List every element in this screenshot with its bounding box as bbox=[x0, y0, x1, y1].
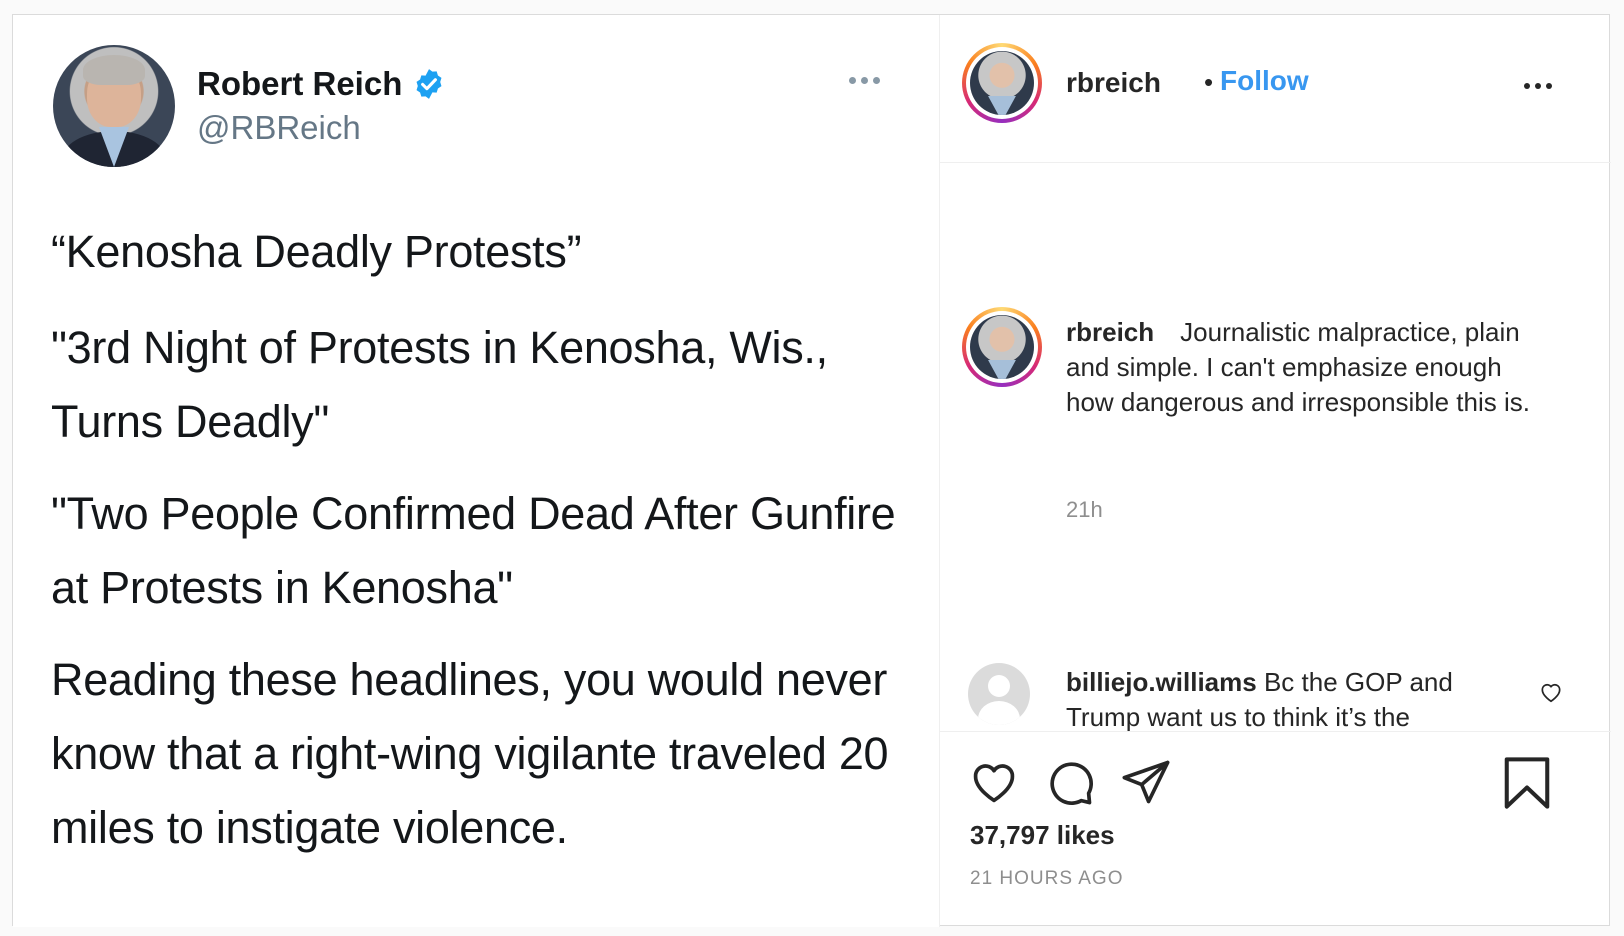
tweet-author-row: Robert Reich bbox=[197, 65, 446, 103]
verified-badge-icon bbox=[416, 69, 442, 99]
tweet-paragraph: "Two People Confirmed Dead After Gunfire… bbox=[51, 488, 896, 613]
likes-count[interactable]: 37,797 likes bbox=[970, 820, 1115, 851]
tweet-body: “Kenosha Deadly Protests” "3rd Night of … bbox=[51, 215, 911, 883]
commenter-avatar[interactable] bbox=[968, 663, 1030, 725]
comment-username[interactable]: billiejo.williams bbox=[1066, 667, 1257, 697]
post-timestamp[interactable]: 21 HOURS AGO bbox=[970, 868, 1124, 890]
tweet-paragraph: "3rd Night of Protests in Kenosha, Wis.,… bbox=[51, 322, 828, 447]
instagram-panel: rbreich • Follow rbreich Journalistic mal… bbox=[939, 15, 1611, 927]
bookmark-icon[interactable] bbox=[1502, 756, 1552, 810]
comment-like-heart-icon[interactable] bbox=[1538, 679, 1564, 705]
more-options-icon[interactable] bbox=[1524, 83, 1552, 89]
post-frame: Robert Reich @RBReich “Kenosha Deadly Pr… bbox=[12, 14, 1611, 927]
comment: billiejo.williams Bc the GOP and Trump w… bbox=[1066, 665, 1506, 731]
tweet-image: Robert Reich @RBReich “Kenosha Deadly Pr… bbox=[13, 15, 939, 927]
tweet-handle: @RBReich bbox=[197, 109, 361, 146]
caption-avatar[interactable] bbox=[962, 307, 1042, 387]
share-icon[interactable] bbox=[1120, 756, 1172, 808]
tweet-paragraph: “Kenosha Deadly Protests” bbox=[51, 226, 582, 277]
post-actions: 37,797 likes 21 HOURS AGO bbox=[940, 731, 1611, 927]
follow-button[interactable]: Follow bbox=[1220, 65, 1309, 97]
caption: rbreich Journalistic malpractice, plain a… bbox=[1066, 315, 1536, 420]
profile-avatar[interactable] bbox=[962, 43, 1042, 123]
caption-username[interactable]: rbreich bbox=[1066, 317, 1154, 347]
heart-icon[interactable] bbox=[968, 756, 1020, 808]
separator-dot: • bbox=[1204, 67, 1214, 97]
tweet-author-name: Robert Reich bbox=[197, 65, 403, 102]
caption-timestamp[interactable]: 21h bbox=[1066, 497, 1103, 523]
header-username[interactable]: rbreich bbox=[1066, 67, 1161, 99]
tweet-avatar bbox=[53, 45, 175, 167]
comments-section[interactable]: rbreich Journalistic malpractice, plain a… bbox=[940, 163, 1611, 731]
post-header: rbreich • Follow bbox=[940, 15, 1611, 163]
comment-icon[interactable] bbox=[1044, 756, 1096, 808]
more-options-icon bbox=[849, 77, 880, 84]
tweet-paragraph: Reading these headlines, you would never… bbox=[51, 654, 889, 853]
